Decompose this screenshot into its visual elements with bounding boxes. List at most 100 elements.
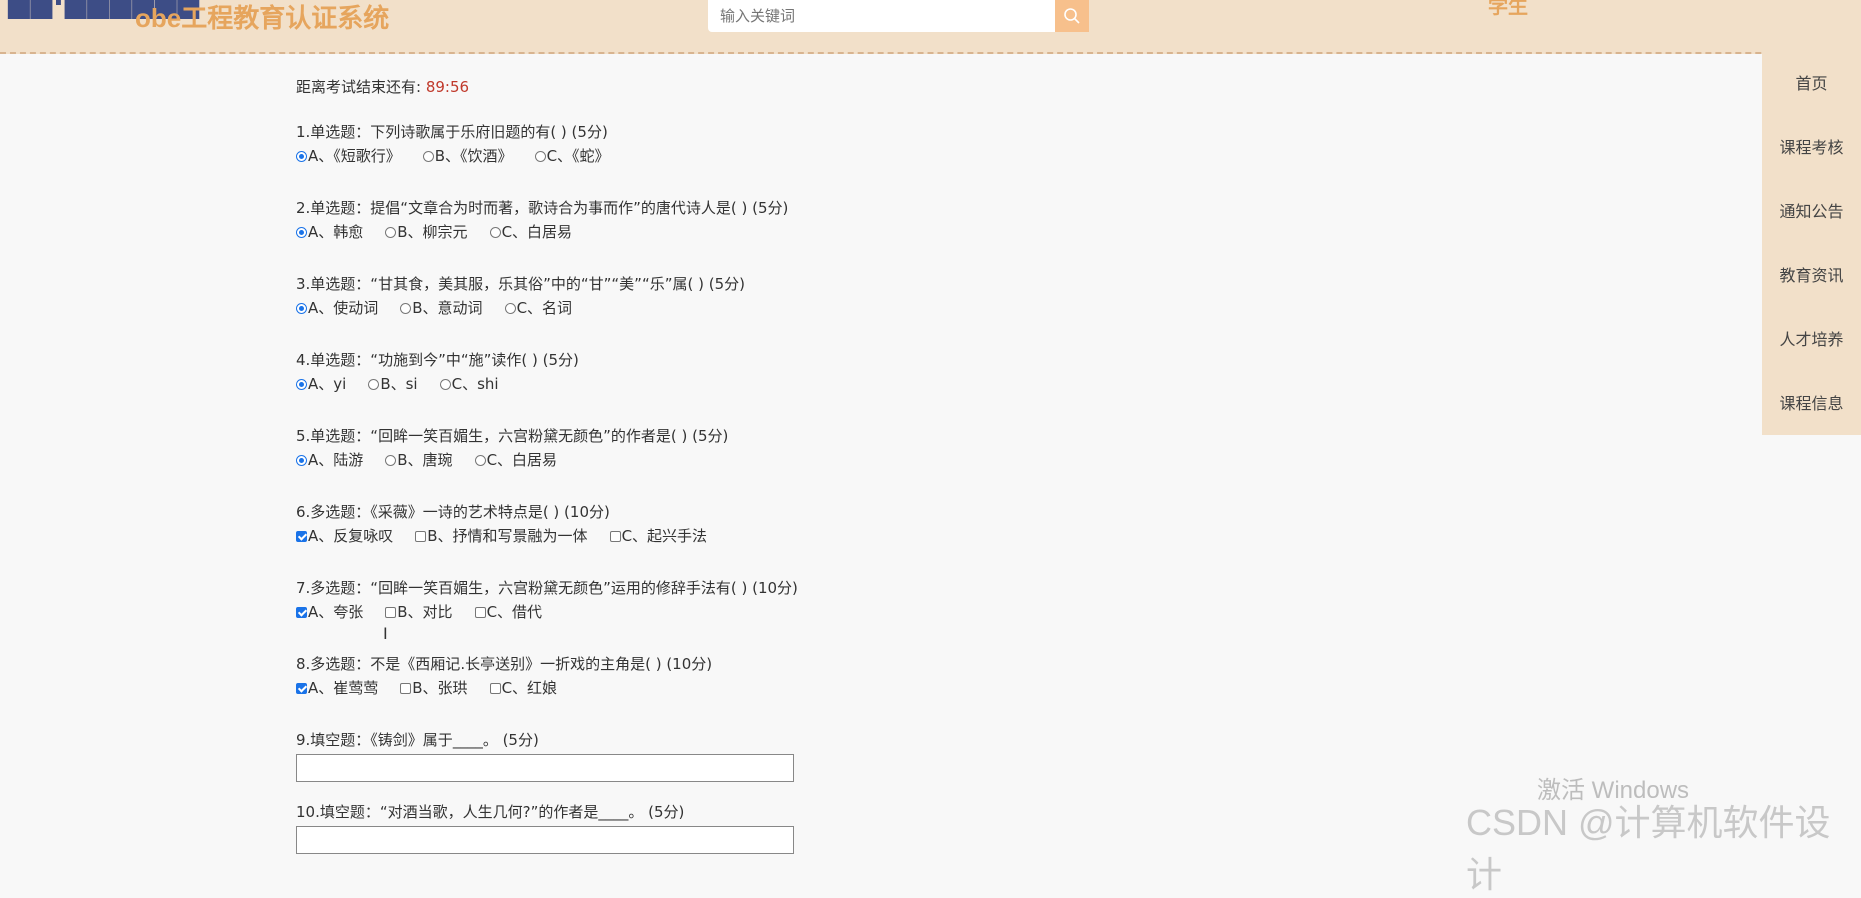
sidebar-item-home[interactable]: 首页 [1762,52,1861,116]
sidebar-item-education-news[interactable]: 教育资讯 [1762,244,1861,308]
option-a[interactable]: A、夸张 [296,600,363,624]
option-label: C、白居易 [486,451,558,469]
radio-button[interactable] [439,378,451,390]
option-label: C、红娘 [501,679,558,697]
radio-button[interactable] [385,226,397,238]
radio-button[interactable] [489,226,501,238]
checkbox[interactable] [296,530,307,542]
option-label: B、张珙 [412,679,468,697]
option-a[interactable]: A、yi [296,372,346,396]
option-b[interactable]: B、意动词 [400,296,483,320]
option-label: C、借代 [486,603,543,621]
question-5: 5.单选题：“回眸一笑百媚生，六宫粉黛无颜色”的作者是( ) (5分) A、陆游… [296,424,1296,472]
question-title: 7.多选题：“回眸一笑百媚生，六宫粉黛无颜色”运用的修辞手法有( ) (10分) [296,579,798,597]
sidebar-item-course-assessment[interactable]: 课程考核 [1762,116,1861,180]
radio-button[interactable] [296,226,307,238]
option-label: B、si [380,375,418,393]
option-c[interactable]: C、白居易 [474,448,558,472]
question-10: 10.填空题：“对酒当歌，人生几何?”的作者是____。 (5分) [296,800,1296,854]
option-a[interactable]: A、韩愈 [296,220,363,244]
checkbox[interactable] [609,530,621,542]
radio-button[interactable] [296,454,307,466]
user-label[interactable]: 学生 [1488,0,1528,19]
answer-input[interactable] [296,754,794,782]
radio-button[interactable] [385,454,397,466]
sidebar-item-course-info[interactable]: 课程信息 [1762,372,1861,436]
option-b[interactable]: B、柳宗元 [385,220,468,244]
system-title: obe工程教育认证系统 [135,3,390,33]
option-b[interactable]: B、对比 [385,600,453,624]
exam-content: 距离考试结束还有: 89:56 1.单选题：下列诗歌属于乐府旧题的有( ) (5… [296,76,1296,854]
checkbox[interactable] [296,606,307,618]
question-title: 1.单选题：下列诗歌属于乐府旧题的有( ) (5分) [296,123,608,141]
question-title: 8.多选题：不是《西厢记.长亭送别》一折戏的主角是( ) (10分) [296,655,713,673]
option-c[interactable]: C、《蛇》 [534,144,610,168]
sidebar-item-talent-training[interactable]: 人才培养 [1762,308,1861,372]
option-label: C、shi [451,375,499,393]
question-options: A、反复咏叹 B、抒情和写景融为一体 C、起兴手法 [296,524,1296,548]
answer-input[interactable] [296,826,794,854]
checkbox[interactable] [489,682,501,694]
exam-timer: 距离考试结束还有: 89:56 [296,76,1296,102]
timer-value: 89:56 [425,78,470,96]
radio-button[interactable] [534,150,546,162]
question-title: 5.单选题：“回眸一笑百媚生，六宫粉黛无颜色”的作者是( ) (5分) [296,427,729,445]
radio-button[interactable] [400,302,412,314]
question-7: 7.多选题：“回眸一笑百媚生，六宫粉黛无颜色”运用的修辞手法有( ) (10分)… [296,576,1296,624]
question-6: 6.多选题：《采薇》一诗的艺术特点是( ) (10分) A、反复咏叹 B、抒情和… [296,500,1296,548]
option-label: A、崔莺莺 [308,679,379,697]
radio-button[interactable] [474,454,486,466]
question-options: A、夸张 B、对比 C、借代 [296,600,1296,624]
question-title: 4.单选题：“功施到今”中“施”读作( ) (5分) [296,351,579,369]
option-b[interactable]: B、张珙 [400,676,468,700]
option-label: A、反复咏叹 [308,527,394,545]
option-label: A、夸张 [308,603,364,621]
radio-button[interactable] [296,150,307,162]
checkbox[interactable] [415,530,427,542]
option-b[interactable]: B、《饮酒》 [422,144,513,168]
option-label: B、柳宗元 [397,223,468,241]
question-options: A、崔莺莺 B、张珙 C、红娘 [296,676,1296,700]
radio-button[interactable] [368,378,380,390]
option-c[interactable]: C、借代 [474,600,543,624]
radio-button[interactable] [422,150,434,162]
sidebar: 首页 课程考核 通知公告 教育资讯 人才培养 课程信息 [1762,52,1861,435]
question-options: A、《短歌行》 B、《饮酒》 C、《蛇》 [296,144,1296,168]
option-c[interactable]: C、shi [439,372,499,396]
option-label: A、yi [308,375,347,393]
option-a[interactable]: A、崔莺莺 [296,676,378,700]
radio-button[interactable] [296,378,307,390]
question-title: 3.单选题：“甘其食，美其服，乐其俗”中的“甘”“美”“乐”属( ) (5分) [296,275,745,293]
radio-button[interactable] [504,302,516,314]
checkbox[interactable] [296,682,307,694]
option-c[interactable]: C、红娘 [489,676,558,700]
checkbox[interactable] [400,682,412,694]
csdn-watermark: CSDN @计算机软件设计 [1466,802,1831,895]
option-label: A、韩愈 [308,223,364,241]
option-a[interactable]: A、《短歌行》 [296,144,401,168]
option-label: B、对比 [397,603,453,621]
text-cursor-icon: I [383,624,388,643]
option-c[interactable]: C、白居易 [489,220,572,244]
question-4: 4.单选题：“功施到今”中“施”读作( ) (5分) A、yi B、si C、s… [296,348,1296,396]
search-button[interactable] [1055,0,1089,32]
radio-button[interactable] [296,302,307,314]
question-title: 2.单选题：提倡“文章合为时而著，歌诗合为事而作”的唐代诗人是( ) (5分) [296,199,789,217]
option-a[interactable]: A、反复咏叹 [296,524,393,548]
option-b[interactable]: B、抒情和写景融为一体 [415,524,588,548]
option-label: C、名词 [516,299,573,317]
checkbox[interactable] [474,606,486,618]
search-input[interactable] [708,0,1047,32]
option-a[interactable]: A、使动词 [296,296,378,320]
option-c[interactable]: C、起兴手法 [609,524,708,548]
option-b[interactable]: B、si [368,372,418,396]
option-c[interactable]: C、名词 [504,296,573,320]
option-label: C、起兴手法 [621,527,708,545]
sidebar-item-notices[interactable]: 通知公告 [1762,180,1861,244]
option-label: B、《饮酒》 [434,147,513,165]
option-a[interactable]: A、陆游 [296,448,363,472]
checkbox[interactable] [385,606,397,618]
option-b[interactable]: B、唐琬 [385,448,453,472]
option-label: B、意动词 [412,299,483,317]
option-label: A、陆游 [308,451,364,469]
